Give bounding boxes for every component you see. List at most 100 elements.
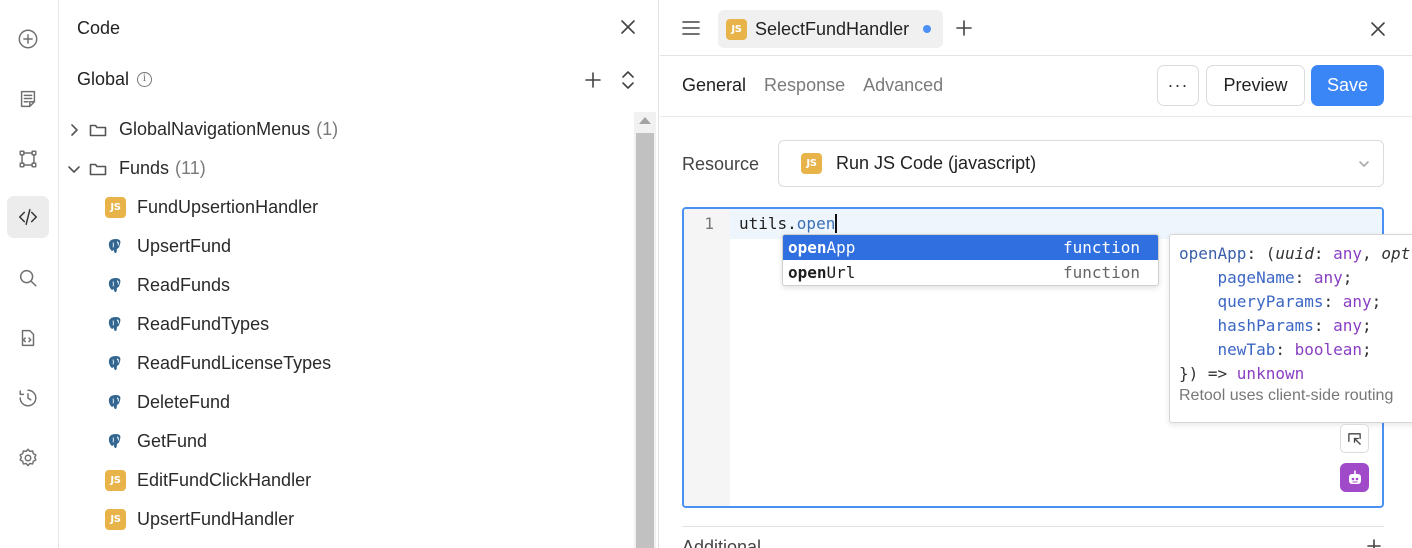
query-label: DeleteFund: [137, 392, 231, 412]
query-library-icon[interactable]: [7, 317, 49, 359]
menu-icon[interactable]: [681, 19, 701, 37]
tree-query-item[interactable]: ReadFundTypes: [59, 305, 634, 344]
doc-description: Retool uses client-side routing: [1179, 387, 1394, 404]
tab-title: SelectFundHandler: [755, 18, 910, 39]
components-icon[interactable]: [7, 138, 49, 180]
more-options-button[interactable]: ···: [1157, 65, 1199, 106]
doc-param-line: hashParams: any;: [1217, 316, 1372, 335]
js-icon: JS: [105, 470, 126, 491]
text-cursor: [835, 214, 837, 233]
tab-response[interactable]: Response: [764, 75, 845, 96]
line-number: 1: [704, 214, 714, 233]
doc-param-type: any: [1342, 292, 1372, 311]
tree-query-item[interactable]: JS EditFundClickHandler: [59, 461, 634, 500]
doc-param-line: pageName: any;: [1217, 268, 1353, 287]
left-rail: [0, 0, 59, 548]
divider: [660, 116, 1412, 117]
info-icon[interactable]: i: [137, 72, 153, 87]
tree-folder[interactable]: Funds (11): [59, 149, 634, 188]
autocomplete-item[interactable]: open App function: [783, 235, 1158, 260]
doc-fn-name: openApp: [1179, 244, 1247, 263]
folder-label: GlobalNavigationMenus: [119, 119, 311, 139]
scroll-up-arrow-icon[interactable]: [639, 117, 651, 124]
unsaved-dot: [923, 25, 932, 33]
settings-icon[interactable]: [7, 437, 49, 479]
query-label: ReadFundLicenseTypes: [137, 353, 332, 373]
add-tab-icon[interactable]: [953, 17, 975, 39]
search-icon[interactable]: [7, 257, 49, 299]
doc-signature-line: openApp: (uuid: any, opt: [1179, 244, 1411, 263]
subtabs: General Response Advanced: [682, 75, 943, 96]
doc-param-fragment: opt: [1381, 244, 1411, 263]
postgres-icon: [105, 314, 126, 335]
tree-query-item[interactable]: ReadFundLicenseTypes: [59, 344, 634, 383]
postgres-icon: [105, 431, 126, 452]
doc-param-name: newTab: [1217, 340, 1276, 359]
ai-assistant-icon[interactable]: [1340, 463, 1369, 492]
add-icon[interactable]: [1366, 538, 1382, 548]
postgres-icon: [105, 236, 126, 257]
tree-query-item[interactable]: GetFund: [59, 422, 634, 461]
autocomplete-item[interactable]: open Url function: [783, 260, 1158, 285]
autocomplete-dropdown: open App function open Url function: [782, 234, 1159, 286]
expand-collapse-icon[interactable]: [617, 68, 639, 92]
folder-icon: [89, 124, 107, 136]
postgres-icon: [105, 275, 126, 296]
chevron-down-icon: [1359, 161, 1369, 167]
picture-in-picture-icon[interactable]: [1340, 424, 1369, 453]
tree-folder[interactable]: GlobalNavigationMenus (1): [59, 110, 634, 149]
signature-doc-popup: openApp: (uuid: any, opt pageName: any; …: [1169, 234, 1412, 423]
code-line[interactable]: utils.open: [739, 214, 837, 233]
doc-param-name: hashParams: [1217, 316, 1314, 335]
resource-value: Run JS Code (javascript): [836, 153, 1037, 173]
chevron-down-icon[interactable]: [67, 162, 81, 176]
tree-query-item[interactable]: JS UpsertFundHandler: [59, 500, 634, 539]
add-query-button[interactable]: [581, 68, 605, 92]
doc-param-name: uuid: [1275, 244, 1314, 263]
chevron-right-icon[interactable]: [67, 123, 81, 137]
doc-param-type: boolean: [1294, 340, 1363, 359]
divider: [682, 526, 1384, 527]
scrollbar-thumb[interactable]: [636, 133, 654, 548]
doc-param-line: newTab: boolean;: [1217, 340, 1372, 359]
resource-label: Resource: [682, 154, 760, 174]
tab-select-fund-handler[interactable]: JS SelectFundHandler: [718, 10, 944, 48]
code-property: open: [796, 214, 836, 233]
query-label: UpsertFundHandler: [137, 509, 295, 529]
folder-count: (11): [175, 158, 206, 178]
autocomplete-match: open: [788, 263, 827, 282]
preview-button[interactable]: Preview: [1206, 65, 1305, 106]
js-icon: JS: [801, 153, 822, 174]
global-label: Global: [77, 69, 130, 89]
history-icon[interactable]: [7, 377, 49, 419]
code-icon[interactable]: [7, 196, 49, 238]
resource-select[interactable]: JS Run JS Code (javascript): [778, 140, 1384, 187]
js-icon: JS: [105, 197, 126, 218]
js-icon: JS: [105, 509, 126, 530]
postgres-icon: [105, 392, 126, 413]
query-label: EditFundClickHandler: [137, 470, 312, 490]
tab-advanced[interactable]: Advanced: [863, 75, 943, 96]
query-label: ReadFundTypes: [137, 314, 270, 334]
close-icon[interactable]: [1367, 18, 1389, 40]
code-panel-title: Code: [77, 18, 121, 38]
query-label: UpsertFund: [137, 236, 232, 256]
tree-query-item[interactable]: JS FundUpsertionHandler: [59, 188, 634, 227]
save-button[interactable]: Save: [1311, 65, 1384, 106]
doc-param-type: any: [1333, 316, 1363, 335]
doc-param-type: any: [1333, 244, 1363, 263]
query-label: FundUpsertionHandler: [137, 197, 319, 217]
folder-label-group: Funds (11): [119, 158, 206, 179]
tab-general[interactable]: General: [682, 75, 746, 96]
additional-section-label[interactable]: Additional: [682, 537, 761, 548]
close-icon[interactable]: [617, 16, 639, 38]
postgres-icon: [105, 353, 126, 374]
autocomplete-kind: function: [1062, 238, 1140, 257]
tree-query-item[interactable]: DeleteFund: [59, 383, 634, 422]
tree-query-item[interactable]: UpsertFund: [59, 227, 634, 266]
tree-query-item[interactable]: ReadFunds: [59, 266, 634, 305]
global-section-header: Global i: [77, 69, 153, 90]
doc-param-name: pageName: [1217, 268, 1295, 287]
add-icon[interactable]: [7, 18, 49, 60]
page-icon[interactable]: [7, 78, 49, 120]
